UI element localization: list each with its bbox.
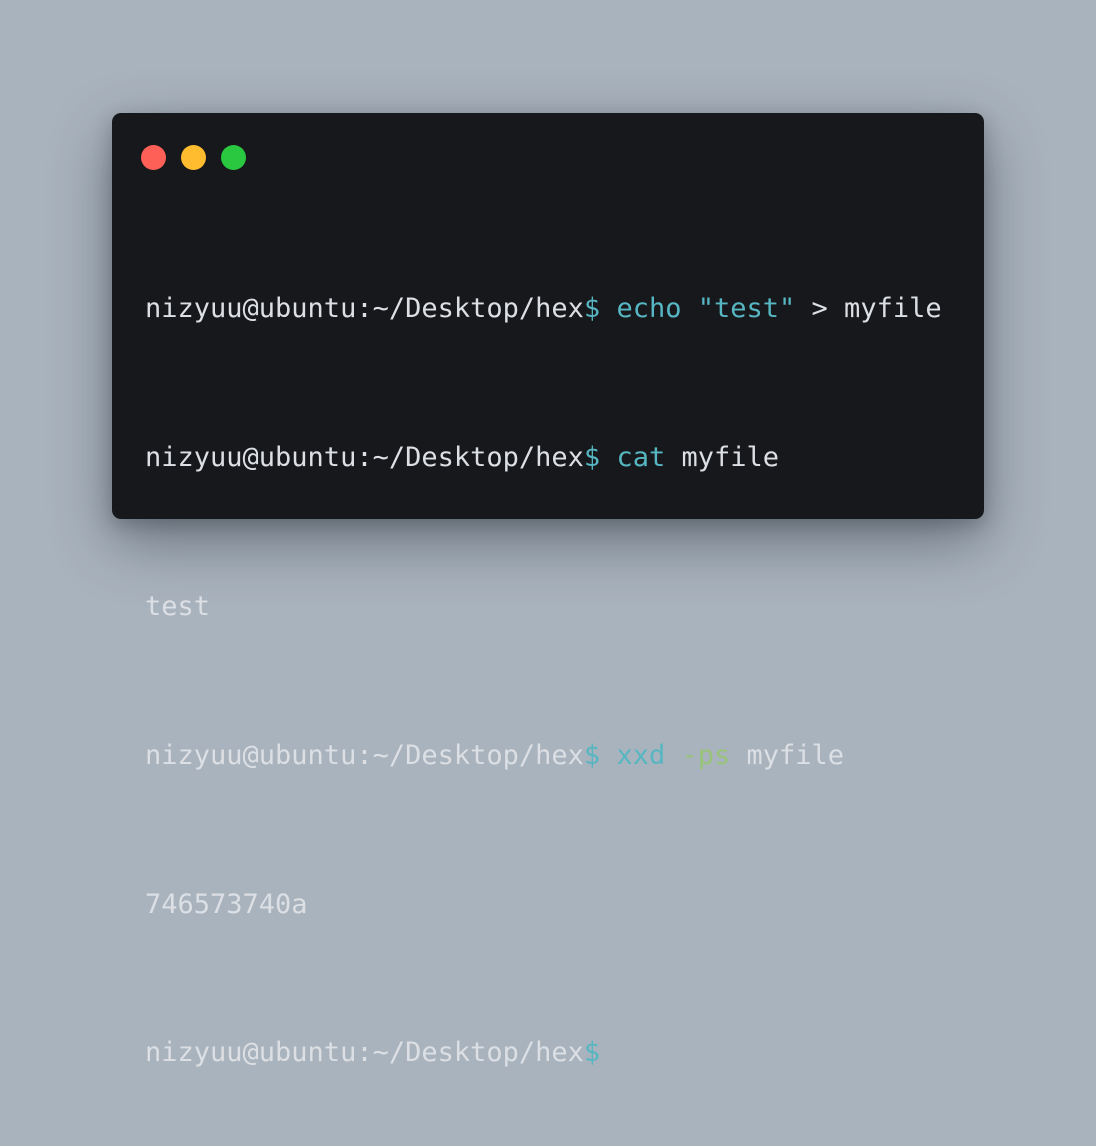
terminal-line-command: nizyuu@ubuntu:~/Desktop/hex$ cat myfile	[145, 439, 980, 476]
terminal-output[interactable]: nizyuu@ubuntu:~/Desktop/hex$ echo "test"…	[145, 216, 980, 1146]
prompt-text: nizyuu@ubuntu:~/Desktop/hex	[145, 293, 584, 325]
command-argument: myfile	[746, 739, 845, 771]
terminal-line-command: nizyuu@ubuntu:~/Desktop/hex$ echo "test"…	[145, 290, 980, 327]
window-controls	[141, 145, 246, 170]
close-button[interactable]	[141, 145, 166, 170]
command-redirect: > myfile	[811, 293, 942, 325]
prompt-text: nizyuu@ubuntu:~/Desktop/hex	[145, 442, 584, 474]
prompt-symbol: $	[583, 739, 601, 771]
prompt-text: nizyuu@ubuntu:~/Desktop/hex	[145, 739, 584, 771]
terminal-line-output: 746573740a	[145, 888, 308, 920]
command-flag: -ps	[681, 739, 731, 771]
terminal-line-prompt[interactable]: nizyuu@ubuntu:~/Desktop/hex$	[145, 1034, 980, 1071]
prompt-symbol: $	[583, 442, 601, 474]
command-name: echo	[616, 293, 682, 325]
prompt-symbol: $	[583, 293, 601, 325]
command-name: xxd	[616, 739, 666, 771]
prompt-symbol: $	[583, 1037, 601, 1069]
terminal-line-output: test	[145, 591, 211, 622]
prompt-text: nizyuu@ubuntu:~/Desktop/hex	[145, 1037, 584, 1069]
maximize-button[interactable]	[221, 145, 246, 170]
command-argument-string: "test"	[697, 293, 796, 325]
command-argument: myfile	[681, 442, 780, 474]
minimize-button[interactable]	[181, 145, 206, 170]
terminal-line-command: nizyuu@ubuntu:~/Desktop/hex$ xxd -ps myf…	[145, 737, 980, 774]
command-name: cat	[616, 442, 666, 474]
terminal-window: nizyuu@ubuntu:~/Desktop/hex$ echo "test"…	[112, 113, 984, 1068]
